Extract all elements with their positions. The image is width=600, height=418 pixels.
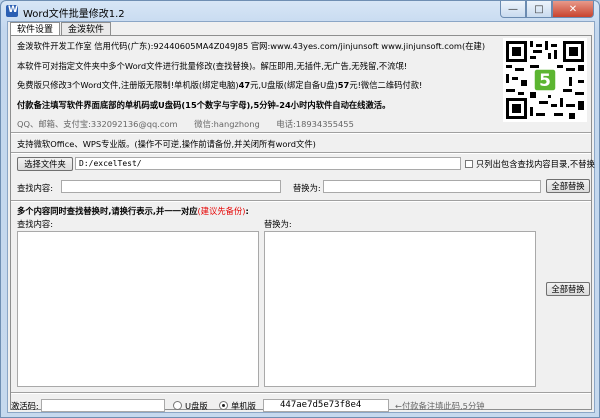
pricing-suffix: 元!微信二维码付款! bbox=[349, 80, 423, 90]
minimize-icon: — bbox=[508, 3, 518, 15]
payment-note: 付款备注填写软件界面底部的单机码或U盘码(15个数字与字母),5分钟-24小时内… bbox=[17, 100, 391, 110]
title-bar[interactable]: Word文件批量修改1.2 — □ ✕ bbox=[1, 1, 599, 21]
contact-wechat: 微信:hangzhong bbox=[194, 119, 260, 129]
tab-strip: 软件设置 金泼软件 bbox=[10, 22, 112, 38]
minimize-button[interactable]: — bbox=[500, 1, 526, 18]
contact-phone: 电话:18934355455 bbox=[276, 119, 354, 129]
multi-replace-all-button[interactable]: 全部替换 bbox=[546, 282, 590, 296]
only-list-dirs-checkbox[interactable] bbox=[465, 160, 473, 168]
qr-code-graphic: 5 bbox=[503, 38, 587, 122]
only-list-dirs-label: 只列出包含查找内容目录,不替换 bbox=[476, 159, 595, 169]
pricing-mid: 元,U盘版(绑定自备U盘) bbox=[250, 80, 338, 90]
wechat-qr-code: 5 bbox=[503, 38, 587, 122]
choose-folder-button[interactable]: 选择文件夹 bbox=[17, 157, 73, 171]
replace-input[interactable] bbox=[323, 180, 541, 193]
price-standalone: 47 bbox=[238, 80, 251, 90]
standalone-version-radio[interactable] bbox=[219, 401, 228, 410]
pricing-prefix: 免费版只修改3个Word文件,注册版无限制!单机版(绑定电脑) bbox=[17, 80, 239, 90]
folder-path-input[interactable]: D:/excelTest/ bbox=[75, 157, 461, 170]
qr-logo-text: 5 bbox=[539, 71, 551, 91]
support-note: 支持微软Office、WPS专业版。(操作不可逆,操作前请备份,并关闭所有wor… bbox=[17, 139, 316, 149]
multi-replace-hint: (建议先备份) bbox=[197, 206, 246, 216]
contact-qq: QQ、邮箱、支付宝:332092136@qq.com bbox=[17, 119, 178, 129]
usb-version-label: U盘版 bbox=[185, 401, 208, 411]
contact-line: QQ、邮箱、支付宝:332092136@qq.com 微信:hangzhong … bbox=[17, 118, 354, 130]
word-app-icon bbox=[6, 5, 18, 17]
maximize-icon: □ bbox=[534, 3, 544, 15]
close-icon: ✕ bbox=[568, 3, 578, 15]
multi-replace-colon: : bbox=[245, 206, 249, 216]
multi-replace-label: 替换为: bbox=[264, 219, 292, 229]
info-section: 金泼软件开发工作室 信用代码(广东):92440605MA4Z049J85 官网… bbox=[11, 36, 591, 142]
price-usb: 57 bbox=[337, 80, 350, 90]
multi-replace-heading: 多个内容同时查找替换时,请换行表示,并一一对应 bbox=[17, 206, 198, 216]
divider-3 bbox=[11, 200, 591, 202]
divider-2 bbox=[11, 152, 591, 154]
multi-find-label: 查找内容: bbox=[17, 219, 53, 229]
activation-code-input[interactable] bbox=[41, 399, 165, 412]
window-title: Word文件批量修改1.2 bbox=[23, 9, 125, 20]
multi-replace-title: 多个内容同时查找替换时,请换行表示,并一一对应(建议先备份): bbox=[17, 205, 249, 217]
activation-bar: 激活码: U盘版 单机版 447ae7d5e73f8e4 ←付款备注填此码,5分… bbox=[11, 399, 591, 412]
usb-version-radio[interactable] bbox=[173, 401, 182, 410]
client-area: 软件设置 金泼软件 金泼软件开发工作室 信用代码(广东):92440605MA4… bbox=[7, 21, 595, 413]
close-button[interactable]: ✕ bbox=[552, 1, 594, 18]
replace-label: 替换为: bbox=[293, 183, 321, 193]
activation-label: 激活码: bbox=[11, 401, 39, 411]
find-input[interactable] bbox=[61, 180, 281, 193]
find-label: 查找内容: bbox=[17, 183, 53, 193]
pricing-text: 免费版只修改3个Word文件,注册版无限制!单机版(绑定电脑)47元,U盘版(绑… bbox=[17, 79, 422, 91]
window-controls: — □ ✕ bbox=[500, 1, 594, 19]
settings-panel: 金泼软件开发工作室 信用代码(广东):92440605MA4Z049J85 官网… bbox=[10, 35, 595, 412]
intro-text: 本软件可对指定文件夹中多个Word文件进行批量修改(查找替换)。解压即用,无插件… bbox=[17, 61, 408, 71]
company-info: 金泼软件开发工作室 信用代码(广东):92440605MA4Z049J85 官网… bbox=[17, 41, 486, 51]
divider-1 bbox=[11, 132, 591, 134]
standalone-version-label: 单机版 bbox=[231, 401, 256, 411]
machine-code-field[interactable]: 447ae7d5e73f8e4 bbox=[263, 399, 389, 412]
multi-find-textarea[interactable] bbox=[17, 231, 259, 387]
divider-4 bbox=[11, 392, 591, 394]
multi-replace-textarea[interactable] bbox=[264, 231, 536, 387]
app-window: Word文件批量修改1.2 — □ ✕ 软件设置 金泼软件 金泼软件开发工作室 … bbox=[0, 0, 600, 418]
maximize-button[interactable]: □ bbox=[526, 1, 552, 18]
payment-code-note: ←付款备注填此码,5分钟 bbox=[395, 401, 485, 411]
replace-all-button[interactable]: 全部替换 bbox=[546, 179, 590, 193]
